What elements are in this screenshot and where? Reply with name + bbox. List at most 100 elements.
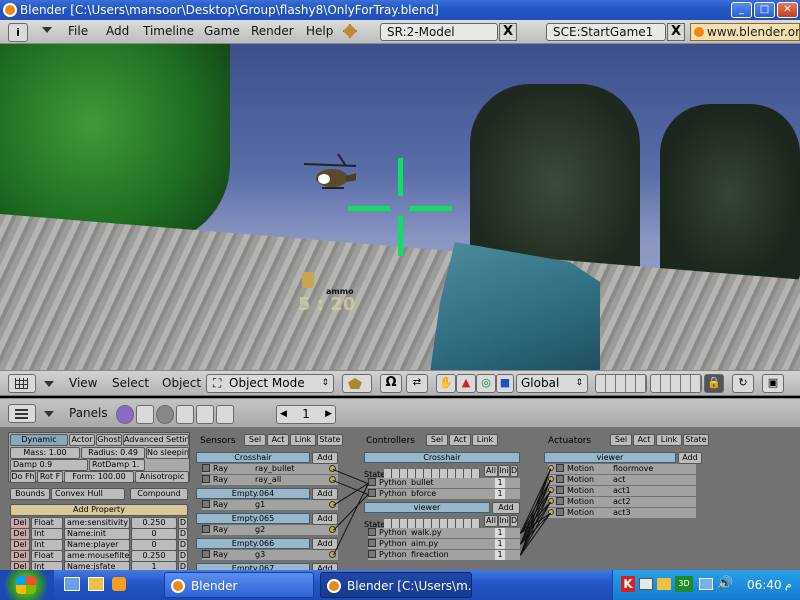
advanced-settings-toggle[interactable]: Advanced Settings xyxy=(123,434,189,446)
filter-act[interactable]: Act xyxy=(449,434,471,446)
controller-row[interactable]: Python bforce 1 xyxy=(368,489,520,499)
manipulator-button[interactable]: ⇄ xyxy=(406,374,428,393)
scale-icon[interactable]: ■ xyxy=(496,374,514,393)
state-ini-button[interactable]: Ini xyxy=(498,465,510,477)
maximize-button[interactable]: □ xyxy=(754,2,775,18)
buttons-collapse-icon[interactable] xyxy=(44,411,54,417)
panels-menu[interactable]: Panels xyxy=(69,406,108,420)
filter-link[interactable]: Link xyxy=(656,434,682,446)
sensor-add-button[interactable]: Add xyxy=(312,452,338,464)
sensor-link-dot[interactable] xyxy=(329,501,336,508)
sensor-add-button[interactable]: Add xyxy=(312,563,338,570)
property-type[interactable]: Int xyxy=(31,561,63,570)
actor-toggle[interactable]: Actor xyxy=(69,434,95,446)
layer-buttons-b[interactable] xyxy=(650,374,702,393)
state-debug-button[interactable]: D xyxy=(510,515,518,527)
controller-row[interactable]: Python fireaction 1 xyxy=(368,550,520,560)
sensor-toggle-icon[interactable] xyxy=(202,464,210,472)
sensor-link-dot[interactable] xyxy=(329,476,336,483)
no-sleeping-toggle[interactable]: No sleepin xyxy=(146,447,189,459)
sensor-object-bar[interactable]: Empty.066 xyxy=(196,538,310,549)
actuator-link-dot[interactable] xyxy=(548,487,554,493)
sensor-row[interactable]: Ray ray_bullet xyxy=(202,464,338,474)
sensor-toggle-icon[interactable] xyxy=(202,550,210,558)
start-button[interactable] xyxy=(0,570,54,600)
actuator-toggle-icon[interactable] xyxy=(556,497,564,505)
rotate-icon[interactable]: ◎ xyxy=(476,374,496,393)
do-fh-toggle[interactable]: Do Fh xyxy=(10,471,36,483)
frame-field[interactable]: ◀ 1 ▶ xyxy=(276,405,336,424)
sensor-object-bar[interactable]: Empty.067 xyxy=(196,563,310,570)
sensor-add-button[interactable]: Add xyxy=(312,513,338,525)
sensor-row[interactable]: Ray g1 xyxy=(202,500,338,510)
actuator-toggle-icon[interactable] xyxy=(556,486,564,494)
close-button[interactable]: ✕ xyxy=(777,2,798,18)
clock[interactable]: 06:40 xyxy=(747,578,782,592)
screen-delete-button[interactable]: X xyxy=(499,23,517,41)
filter-sel[interactable]: Sel xyxy=(244,434,266,446)
property-debug-toggle[interactable]: D xyxy=(178,561,188,570)
controller-toggle-icon[interactable] xyxy=(368,528,376,536)
sensor-object-bar[interactable]: Empty.065 xyxy=(196,513,310,524)
sensor-object-bar[interactable]: Crosshair xyxy=(196,452,310,463)
mode-selector[interactable]: ⛶ Object Mode ⇕ xyxy=(206,374,334,393)
menu-help[interactable]: Help xyxy=(306,24,333,38)
actuator-row[interactable]: Motion act3 xyxy=(548,508,696,518)
render-link-icon[interactable]: ↻ xyxy=(732,374,754,393)
info-icon[interactable]: i xyxy=(8,23,28,42)
blender-url-link[interactable]: www.blender.org xyxy=(690,23,800,41)
controller-object-bar[interactable]: Crosshair xyxy=(364,452,520,463)
controller-toggle-icon[interactable] xyxy=(368,539,376,547)
actuator-toggle-icon[interactable] xyxy=(556,464,564,472)
scene-delete-button[interactable]: X xyxy=(667,23,685,41)
actuator-link-dot[interactable] xyxy=(548,476,554,482)
filter-state[interactable]: State xyxy=(317,434,343,446)
sensor-toggle-icon[interactable] xyxy=(202,525,210,533)
menu-file[interactable]: File xyxy=(68,24,88,38)
sensor-link-dot[interactable] xyxy=(329,526,336,533)
actuator-row[interactable]: Motion act2 xyxy=(548,497,696,507)
controller-toggle-icon[interactable] xyxy=(368,550,376,558)
header-collapse-icon[interactable] xyxy=(44,381,54,387)
display-icon[interactable] xyxy=(639,578,653,590)
select-menu[interactable]: Select xyxy=(112,376,149,390)
state-all-button[interactable]: All xyxy=(484,515,498,527)
3d-viewport[interactable]: ammo 5 : 20 xyxy=(0,44,800,370)
render-preview-icon[interactable]: ▣ xyxy=(762,374,784,393)
anisotropic-toggle[interactable]: Anisotropic xyxy=(135,471,189,483)
sensor-add-button[interactable]: Add xyxy=(312,538,338,550)
actuator-link-dot[interactable] xyxy=(548,509,554,515)
screen-selector[interactable]: SR:2-Model xyxy=(380,23,498,41)
mass-field[interactable]: Mass: 1.00 xyxy=(10,447,80,459)
filter-link[interactable]: Link xyxy=(290,434,316,446)
scene-context-icon[interactable] xyxy=(216,405,234,424)
explorer-icon[interactable] xyxy=(88,577,104,591)
filter-state[interactable]: State xyxy=(683,434,709,446)
radius-field[interactable]: Radius: 0.49 xyxy=(81,447,145,459)
show-desktop-icon[interactable] xyxy=(64,577,80,591)
translate-icon[interactable]: ▲ xyxy=(456,374,476,393)
actuator-row[interactable]: Motion act1 xyxy=(548,486,696,496)
actuator-link-dot[interactable] xyxy=(548,465,554,471)
menu-add[interactable]: Add xyxy=(106,24,129,38)
sensor-row[interactable]: Ray ray_all xyxy=(202,475,338,485)
controller-row[interactable]: Python aim.py 1 xyxy=(368,539,520,549)
sensor-add-button[interactable]: Add xyxy=(312,488,338,500)
layer-buttons-a[interactable] xyxy=(595,374,647,393)
sensor-toggle-icon[interactable] xyxy=(202,500,210,508)
dynamic-toggle[interactable]: Dynamic xyxy=(10,434,68,446)
object-context-icon[interactable] xyxy=(176,405,194,424)
minimize-button[interactable]: _ xyxy=(731,2,752,18)
bounds-type-selector[interactable]: Convex Hull xyxy=(51,488,125,500)
actuator-link-dot[interactable] xyxy=(548,498,554,504)
form-field[interactable]: Form: 100.00 xyxy=(64,471,134,483)
state-mask-buttons[interactable] xyxy=(384,519,480,528)
actuator-object-bar[interactable]: viewer xyxy=(544,452,676,463)
volume-icon[interactable]: 🔊 xyxy=(717,576,733,591)
scene-selector[interactable]: SCE:StartGame1 xyxy=(546,23,666,41)
controller-toggle-icon[interactable] xyxy=(368,489,376,497)
actuator-row[interactable]: Motion act xyxy=(548,475,696,485)
orientation-selector[interactable]: Global ⇕ xyxy=(516,374,588,393)
task-blender-2[interactable]: Blender [C:\Users\m... xyxy=(320,572,472,598)
actuator-row[interactable]: Motion floormove xyxy=(548,464,696,474)
